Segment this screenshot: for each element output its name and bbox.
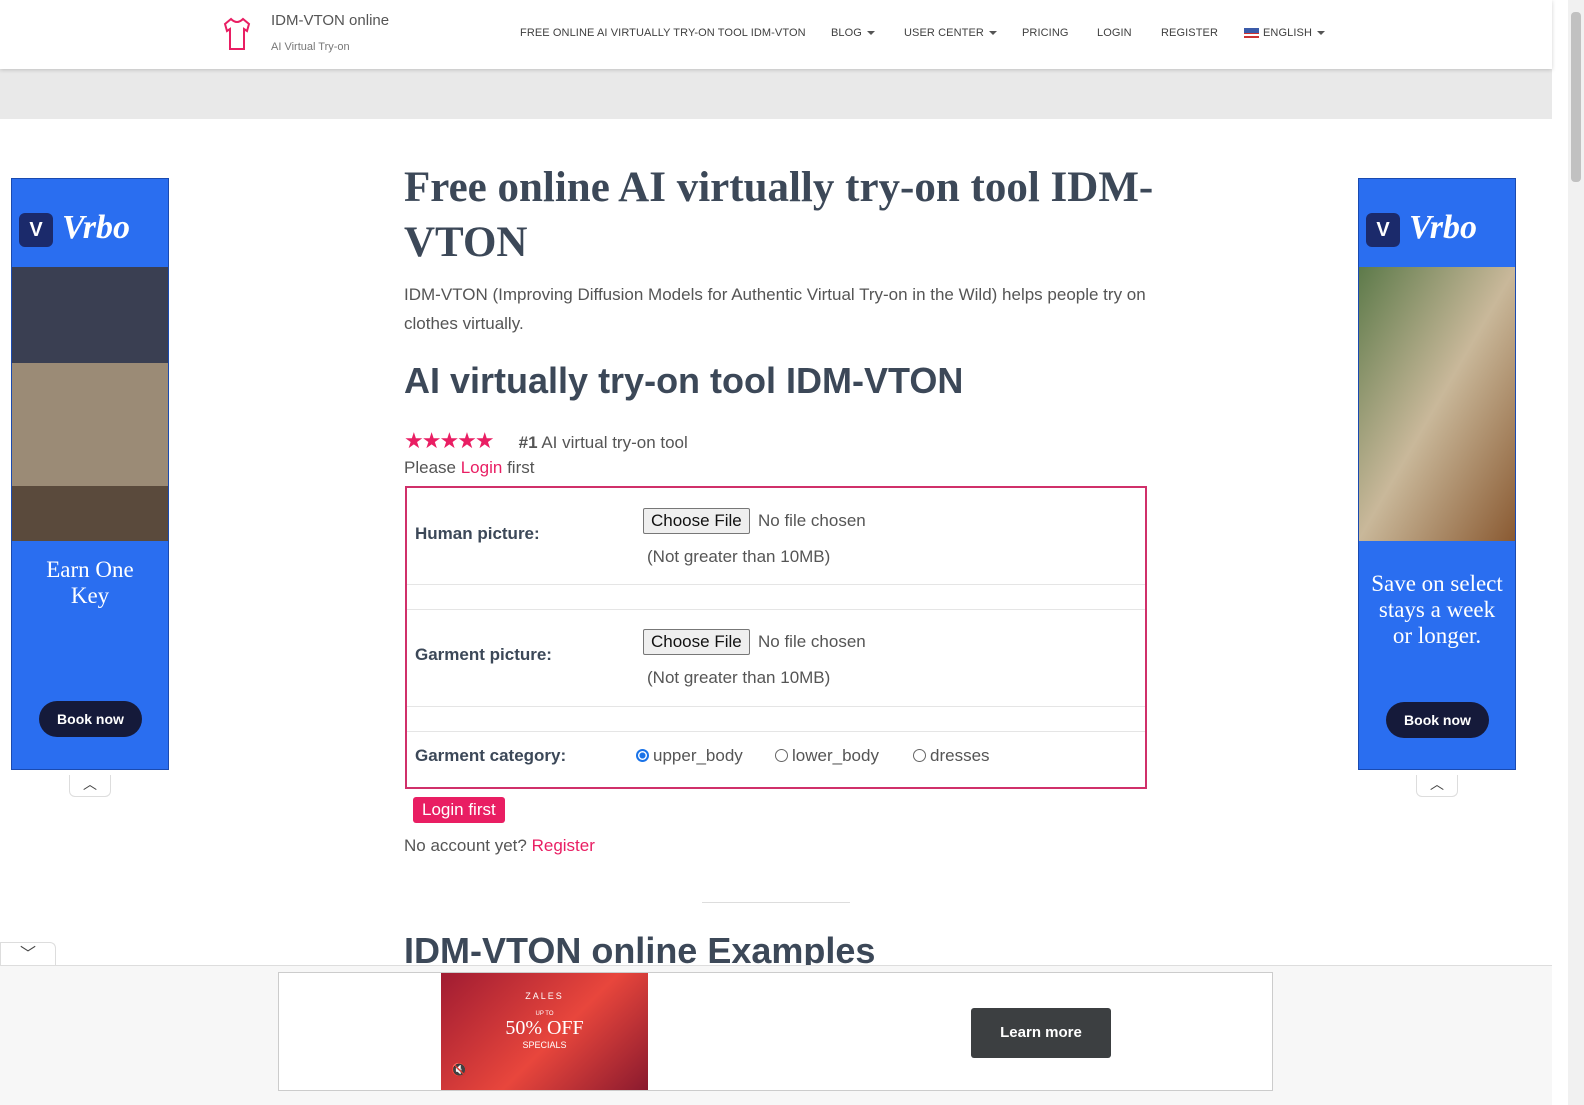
human-picture-row: Human picture: Choose File No file chose…	[407, 488, 1145, 585]
rank-label: AI virtual try-on tool	[541, 433, 688, 452]
ad-brand: ZALES	[525, 991, 564, 1001]
radio-lower-body[interactable]: lower_body	[775, 746, 879, 766]
bottom-ad-bar: ZALES UP TO 50% OFF SPECIALS 🔇 Learn mor…	[0, 965, 1552, 1105]
nav-pricing[interactable]: PRICING	[1022, 27, 1069, 39]
nav-blog[interactable]: BLOG	[831, 27, 875, 39]
ad-text: Earn One Key	[46, 557, 134, 608]
ad-lounge-image	[1359, 267, 1515, 541]
book-now-button[interactable]: Book now	[1386, 702, 1489, 738]
garment-file-status: No file chosen	[758, 632, 866, 651]
rank-text: #1 AI virtual try-on tool	[519, 433, 688, 452]
ad-header: V Vrbo	[12, 179, 168, 267]
garment-picture-row: Garment picture: Choose File No file cho…	[407, 610, 1145, 707]
nav-language[interactable]: ENGLISH	[1244, 27, 1325, 39]
radio-upper-body[interactable]: upper_body	[636, 746, 743, 766]
register-link[interactable]: Register	[532, 836, 595, 855]
nav-user-center[interactable]: USER CENTER	[904, 27, 997, 39]
please-text: Please	[404, 458, 456, 477]
ad-beach-house-image	[12, 267, 168, 541]
nav-tool[interactable]: FREE ONLINE AI VIRTUALLY TRY-ON TOOL IDM…	[520, 27, 806, 39]
divider	[702, 902, 850, 903]
radio-label: upper_body	[653, 746, 743, 765]
garment-category-label: Garment category:	[415, 746, 567, 765]
main-content: Free online AI virtually try-on tool IDM…	[404, 160, 1154, 478]
ad-specials: SPECIALS	[522, 1040, 567, 1050]
scrollbar[interactable]	[1568, 0, 1584, 1105]
human-file-status: No file chosen	[758, 511, 866, 530]
collapse-ad-up-icon[interactable]: ︿	[1416, 775, 1458, 797]
header-band	[0, 69, 1552, 119]
login-prompt: Please Login first	[404, 458, 1154, 478]
human-choose-file-button[interactable]: Choose File	[643, 508, 750, 534]
tshirt-logo-icon[interactable]	[222, 16, 252, 52]
ad-brand: Vrbo	[62, 209, 131, 246]
human-picture-label: Human picture:	[415, 524, 540, 543]
radio-unchecked-icon[interactable]	[913, 749, 926, 762]
login-first-button[interactable]: Login first	[413, 797, 505, 823]
brand-name[interactable]: IDM-VTON online	[271, 12, 389, 29]
radio-label: lower_body	[792, 746, 879, 765]
human-size-note: (Not greater than 10MB)	[647, 547, 831, 566]
spacer-row	[407, 585, 1145, 610]
vrbo-logo-icon: V	[19, 213, 53, 247]
nav-user-center-label: USER CENTER	[904, 27, 984, 39]
examples-title: IDM-VTON online Examples	[404, 930, 876, 966]
learn-more-button[interactable]: Learn more	[971, 1008, 1111, 1058]
rank-number: #1	[518, 433, 538, 452]
ad-offer: 50% OFF	[505, 1017, 584, 1039]
garment-picture-label: Garment picture:	[415, 645, 552, 664]
ad-text: Save on select stays a week or longer.	[1371, 571, 1503, 648]
bottom-ad[interactable]: ZALES UP TO 50% OFF SPECIALS 🔇 Learn mor…	[278, 972, 1273, 1091]
caret-down-icon	[988, 31, 997, 36]
radio-checked-icon[interactable]	[636, 749, 649, 762]
nav-language-label: ENGLISH	[1263, 27, 1312, 39]
muted-speaker-icon[interactable]: 🔇	[451, 1062, 467, 1078]
intro-text: IDM-VTON (Improving Diffusion Models for…	[404, 285, 1146, 333]
caret-down-icon	[866, 31, 875, 36]
left-ad[interactable]: ▷✕ VVrbo Earn One Key Book now	[11, 178, 169, 770]
collapse-ad-up-icon[interactable]: ︿	[69, 775, 111, 797]
vrbo-logo-icon: V	[1366, 213, 1400, 247]
section-title: AI virtually try-on tool IDM-VTON	[404, 360, 964, 401]
ad-brand: Vrbo	[1409, 209, 1478, 246]
garment-choose-file-button[interactable]: Choose File	[643, 629, 750, 655]
no-account-label: No account yet?	[404, 836, 527, 855]
tryon-form: Human picture: Choose File No file chose…	[405, 486, 1147, 789]
us-flag-icon	[1244, 28, 1259, 39]
login-link[interactable]: Login	[461, 458, 503, 477]
page-title: Free online AI virtually try-on tool IDM…	[404, 164, 1154, 266]
right-ad[interactable]: ▷✕ VVrbo Save on select stays a week or …	[1358, 178, 1516, 770]
brand-tagline: AI Virtual Try-on	[271, 41, 350, 53]
nav-login[interactable]: LOGIN	[1097, 27, 1132, 39]
nav-register[interactable]: REGISTER	[1161, 27, 1218, 39]
five-star-rating-icon: ★★★★★	[404, 428, 495, 453]
radio-label: dresses	[930, 746, 990, 765]
caret-down-icon	[1317, 31, 1325, 36]
radio-unchecked-icon[interactable]	[775, 749, 788, 762]
no-account-text: No account yet? Register	[404, 836, 595, 856]
rating-row: ★★★★★ #1 AI virtual try-on tool	[404, 428, 1154, 454]
radio-dresses[interactable]: dresses	[913, 746, 990, 766]
scrollbar-thumb[interactable]	[1571, 12, 1581, 182]
spacer-row	[407, 707, 1145, 732]
expand-down-icon[interactable]: ﹀	[0, 942, 56, 966]
book-now-button[interactable]: Book now	[39, 701, 142, 737]
garment-size-note: (Not greater than 10MB)	[647, 668, 831, 687]
first-text: first	[507, 458, 535, 477]
top-navbar: IDM-VTON online AI Virtual Try-on FREE O…	[0, 0, 1552, 69]
zales-ad-image[interactable]: ZALES UP TO 50% OFF SPECIALS 🔇	[441, 973, 648, 1090]
nav-blog-label: BLOG	[831, 27, 862, 39]
ad-header: V Vrbo	[1359, 179, 1515, 267]
